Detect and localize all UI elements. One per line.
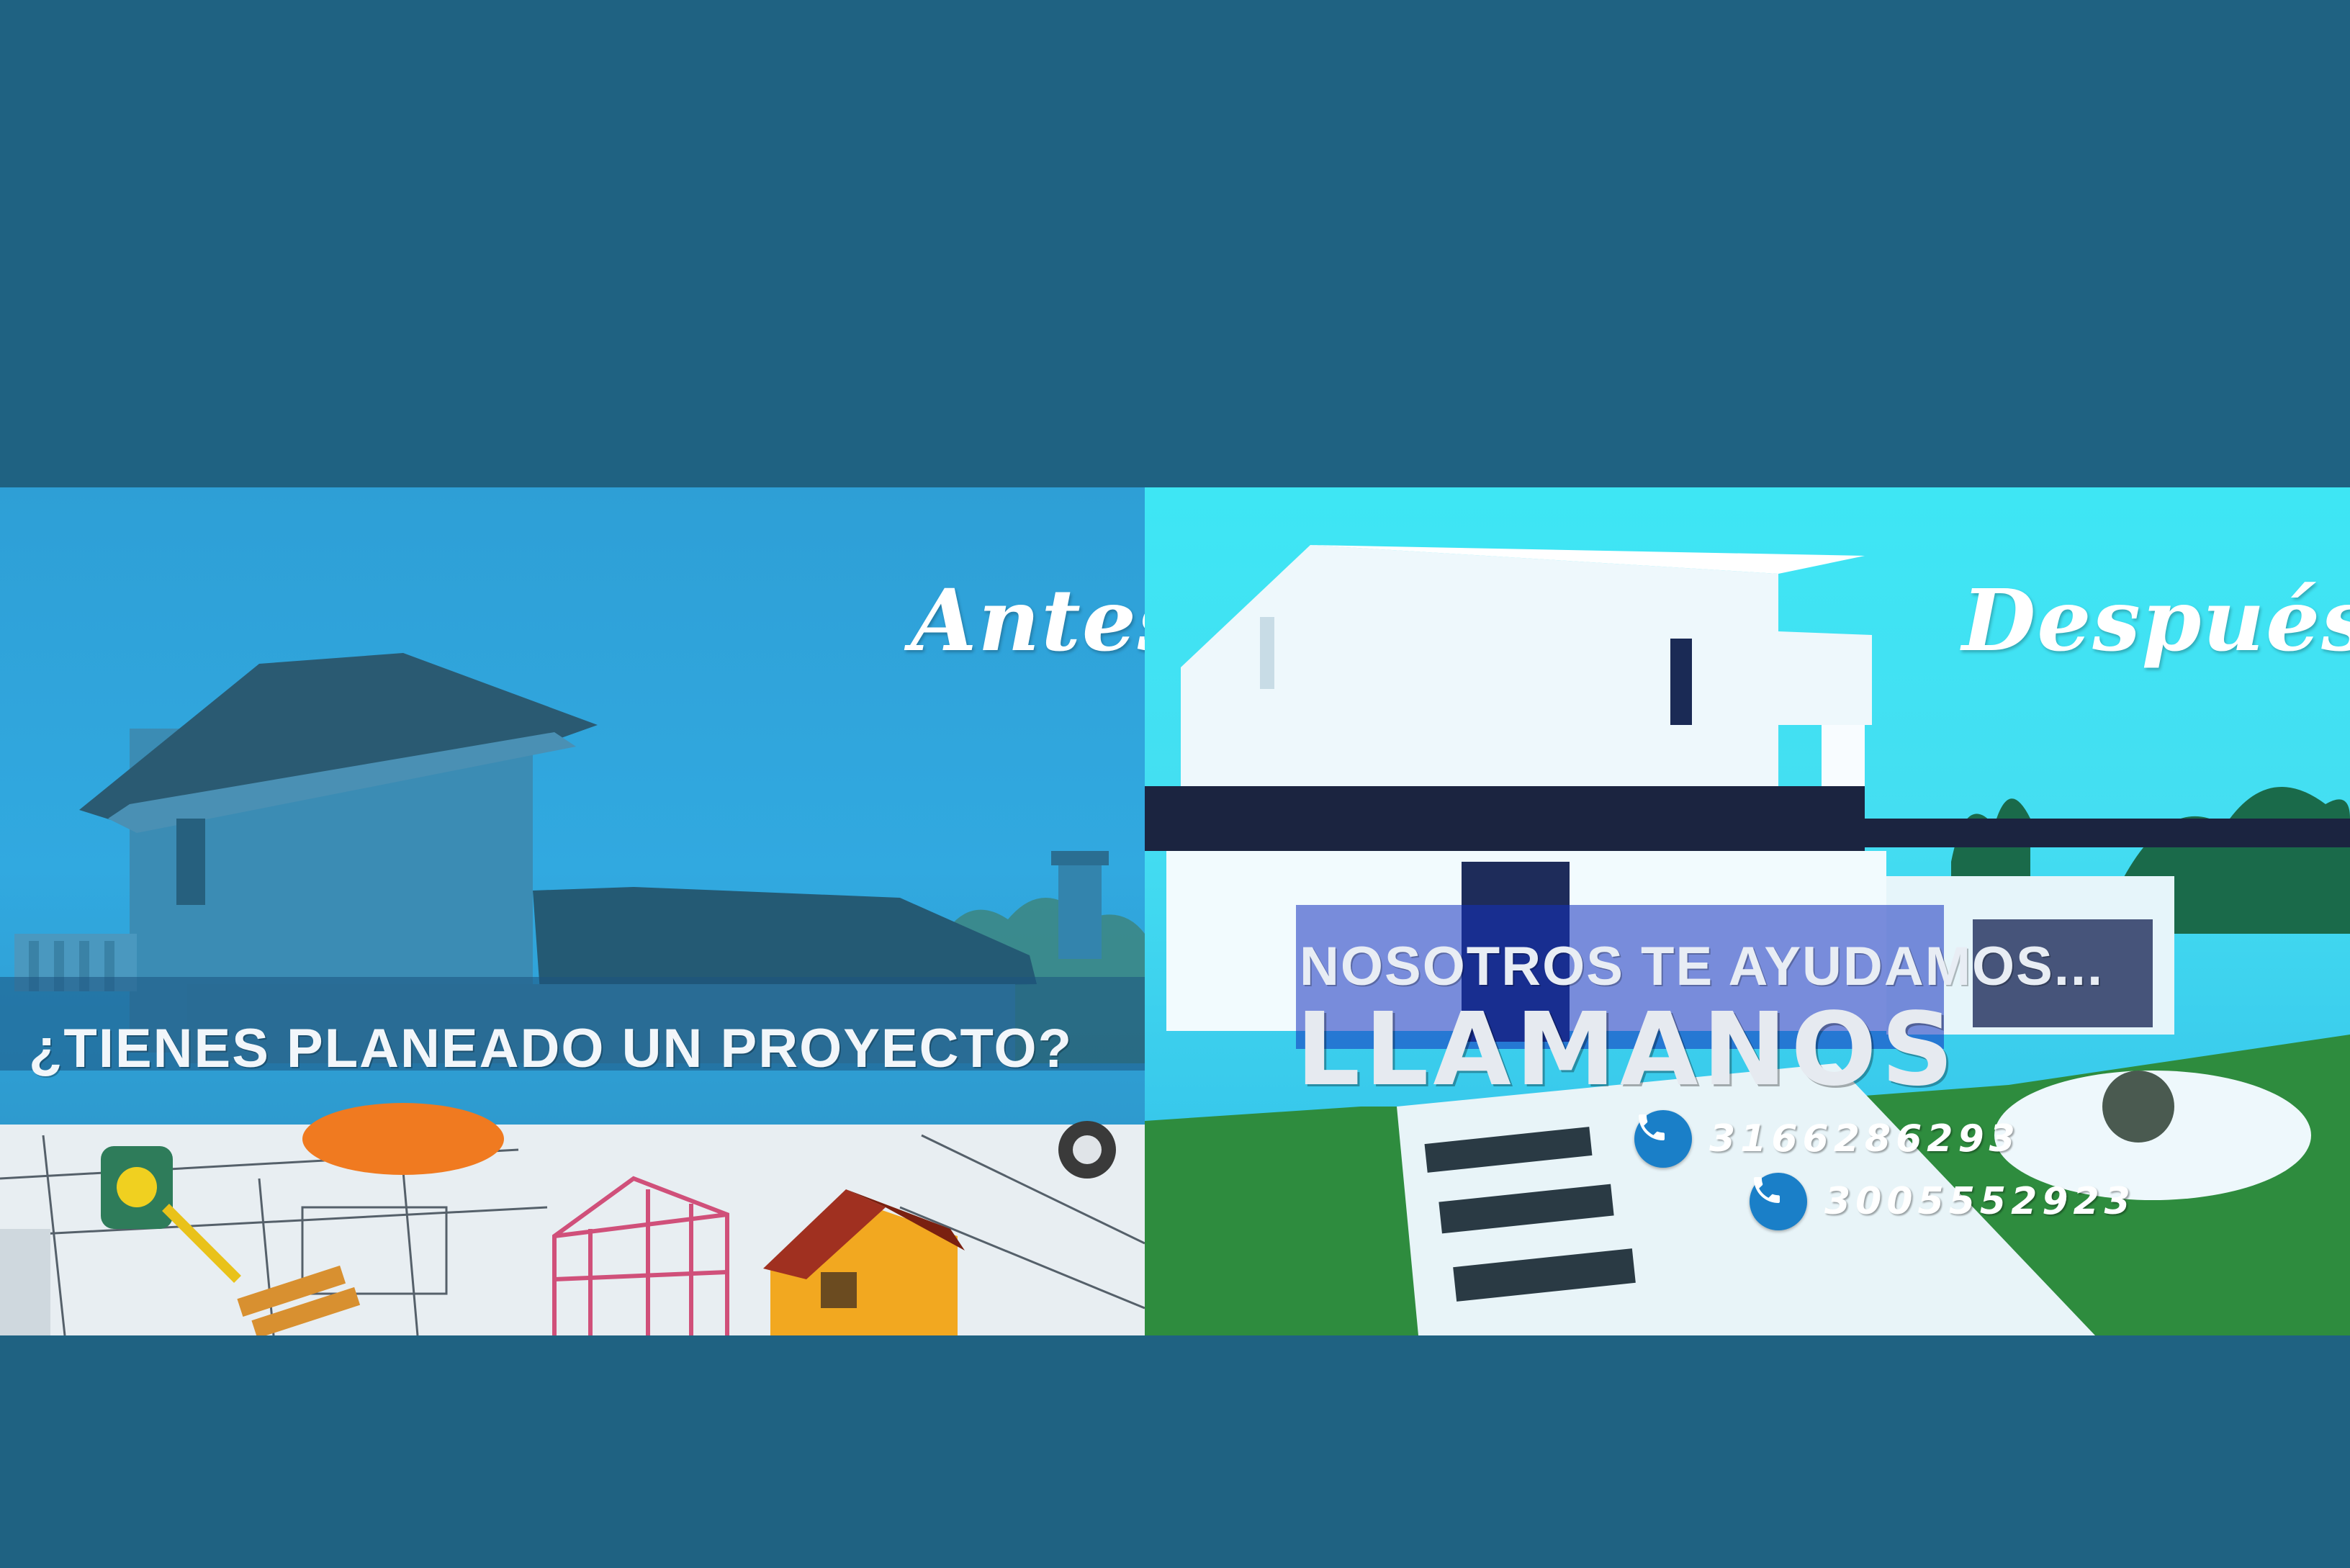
help-message: NOSOTROS TE AYUDAMOS... — [1300, 936, 2104, 997]
project-question: ¿TIENES PLANEADO UN PROYECTO? — [29, 1018, 1073, 1079]
before-after-banner: Antes ¿TIENES PLANEADO UN PROYECTO? — [0, 487, 2350, 1335]
phone-number[interactable]: 3166286293 — [1709, 1117, 2020, 1161]
before-label: Antes — [911, 570, 1145, 670]
phone-icon — [1750, 1173, 1807, 1230]
call-to-action: LLAMANOS — [1296, 991, 1958, 1109]
phone-contact-2[interactable]: 3005552923 — [1750, 1173, 2135, 1230]
after-label: Después — [1962, 570, 2350, 670]
before-panel: Antes ¿TIENES PLANEADO UN PROYECTO? — [0, 487, 1145, 1335]
phone-number[interactable]: 3005552923 — [1824, 1180, 2135, 1223]
after-panel: Después NOSOTROS TE AYUDAMOS... LLAMANOS… — [1145, 487, 2350, 1335]
phone-contact-1[interactable]: 3166286293 — [1634, 1110, 2020, 1168]
phone-icon — [1634, 1110, 1692, 1168]
